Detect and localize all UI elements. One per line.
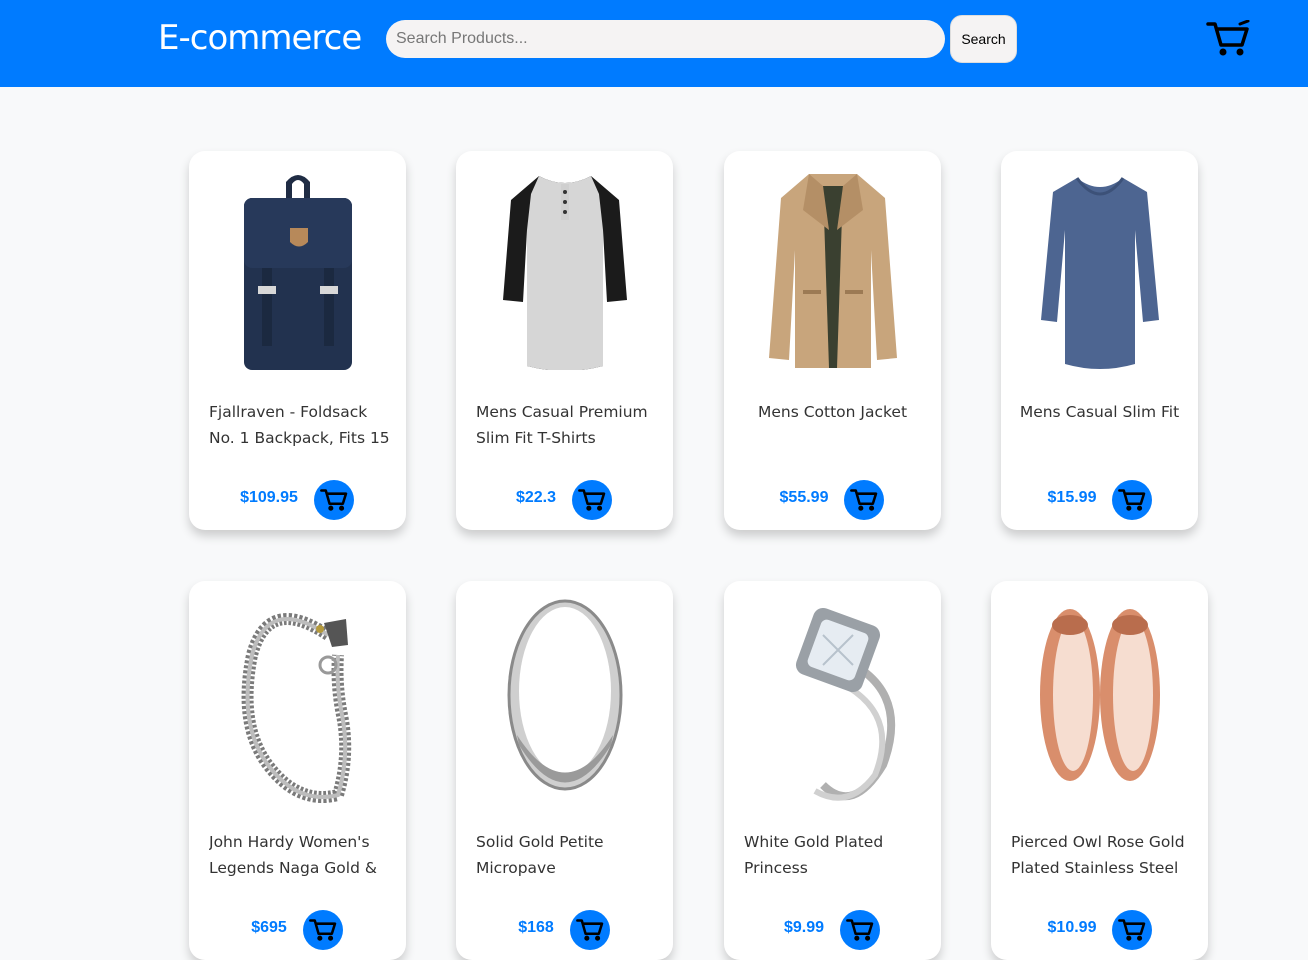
add-to-cart-button[interactable] [572,480,612,520]
product-title[interactable]: John Hardy Women's Legends Naga Gold & [209,829,394,881]
add-to-cart-button[interactable] [314,480,354,520]
product-price: $168 [518,919,554,936]
product-image[interactable] [456,169,673,371]
product-title[interactable]: Mens Casual Premium Slim Fit T-Shirts [476,399,661,451]
product-card[interactable]: Fjallraven - Foldsack No. 1 Backpack, Fi… [189,151,406,530]
cart-icon [846,919,874,941]
product-price: $10.99 [1047,919,1097,936]
product-image[interactable] [189,599,406,803]
product-price: $22.3 [515,489,557,506]
search-input[interactable] [386,20,945,58]
cart-icon [576,919,604,941]
product-image[interactable] [724,169,941,371]
product-image[interactable] [456,599,673,801]
product-card[interactable]: Pierced Owl Rose Gold Plated Stainless S… [991,581,1208,960]
brand-logo[interactable]: E-commerce [158,18,362,58]
header-bar: E-commerce Search [0,0,1308,87]
product-card[interactable]: John Hardy Women's Legends Naga Gold & $… [189,581,406,960]
cart-icon[interactable] [1206,19,1250,58]
product-image[interactable] [189,169,406,371]
cart-icon [320,489,348,511]
product-price: $109.95 [240,489,298,506]
add-to-cart-button[interactable] [570,910,610,950]
product-title[interactable]: Mens Cotton Jacket [734,399,931,451]
product-card[interactable]: Solid Gold Petite Micropave $168 [456,581,673,960]
add-to-cart-button[interactable] [303,910,343,950]
product-price: $55.99 [779,489,829,506]
cart-icon [1118,489,1146,511]
product-title[interactable]: Fjallraven - Foldsack No. 1 Backpack, Fi… [209,399,394,451]
product-title[interactable]: Mens Casual Slim Fit [1011,399,1188,451]
product-price: $695 [251,919,287,936]
search-button[interactable]: Search [950,15,1017,63]
product-image[interactable] [724,599,941,801]
add-to-cart-button[interactable] [840,910,880,950]
product-card[interactable]: Mens Cotton Jacket $55.99 [724,151,941,530]
cart-icon [1118,919,1146,941]
product-title[interactable]: White Gold Plated Princess [744,829,929,881]
product-card[interactable]: White Gold Plated Princess $9.99 [724,581,941,960]
add-to-cart-button[interactable] [844,480,884,520]
cart-icon [309,919,337,941]
product-card[interactable]: Mens Casual Slim Fit $15.99 [1001,151,1198,530]
product-card[interactable]: Mens Casual Premium Slim Fit T-Shirts $2… [456,151,673,530]
product-price: $9.99 [783,919,825,936]
product-title[interactable]: Solid Gold Petite Micropave [476,829,661,881]
product-image[interactable] [991,599,1208,801]
product-image[interactable] [1001,169,1198,371]
add-to-cart-button[interactable] [1112,480,1152,520]
cart-icon [578,489,606,511]
product-title[interactable]: Pierced Owl Rose Gold Plated Stainless S… [1011,829,1196,881]
cart-icon [850,489,878,511]
product-price: $15.99 [1047,489,1097,506]
add-to-cart-button[interactable] [1112,910,1152,950]
